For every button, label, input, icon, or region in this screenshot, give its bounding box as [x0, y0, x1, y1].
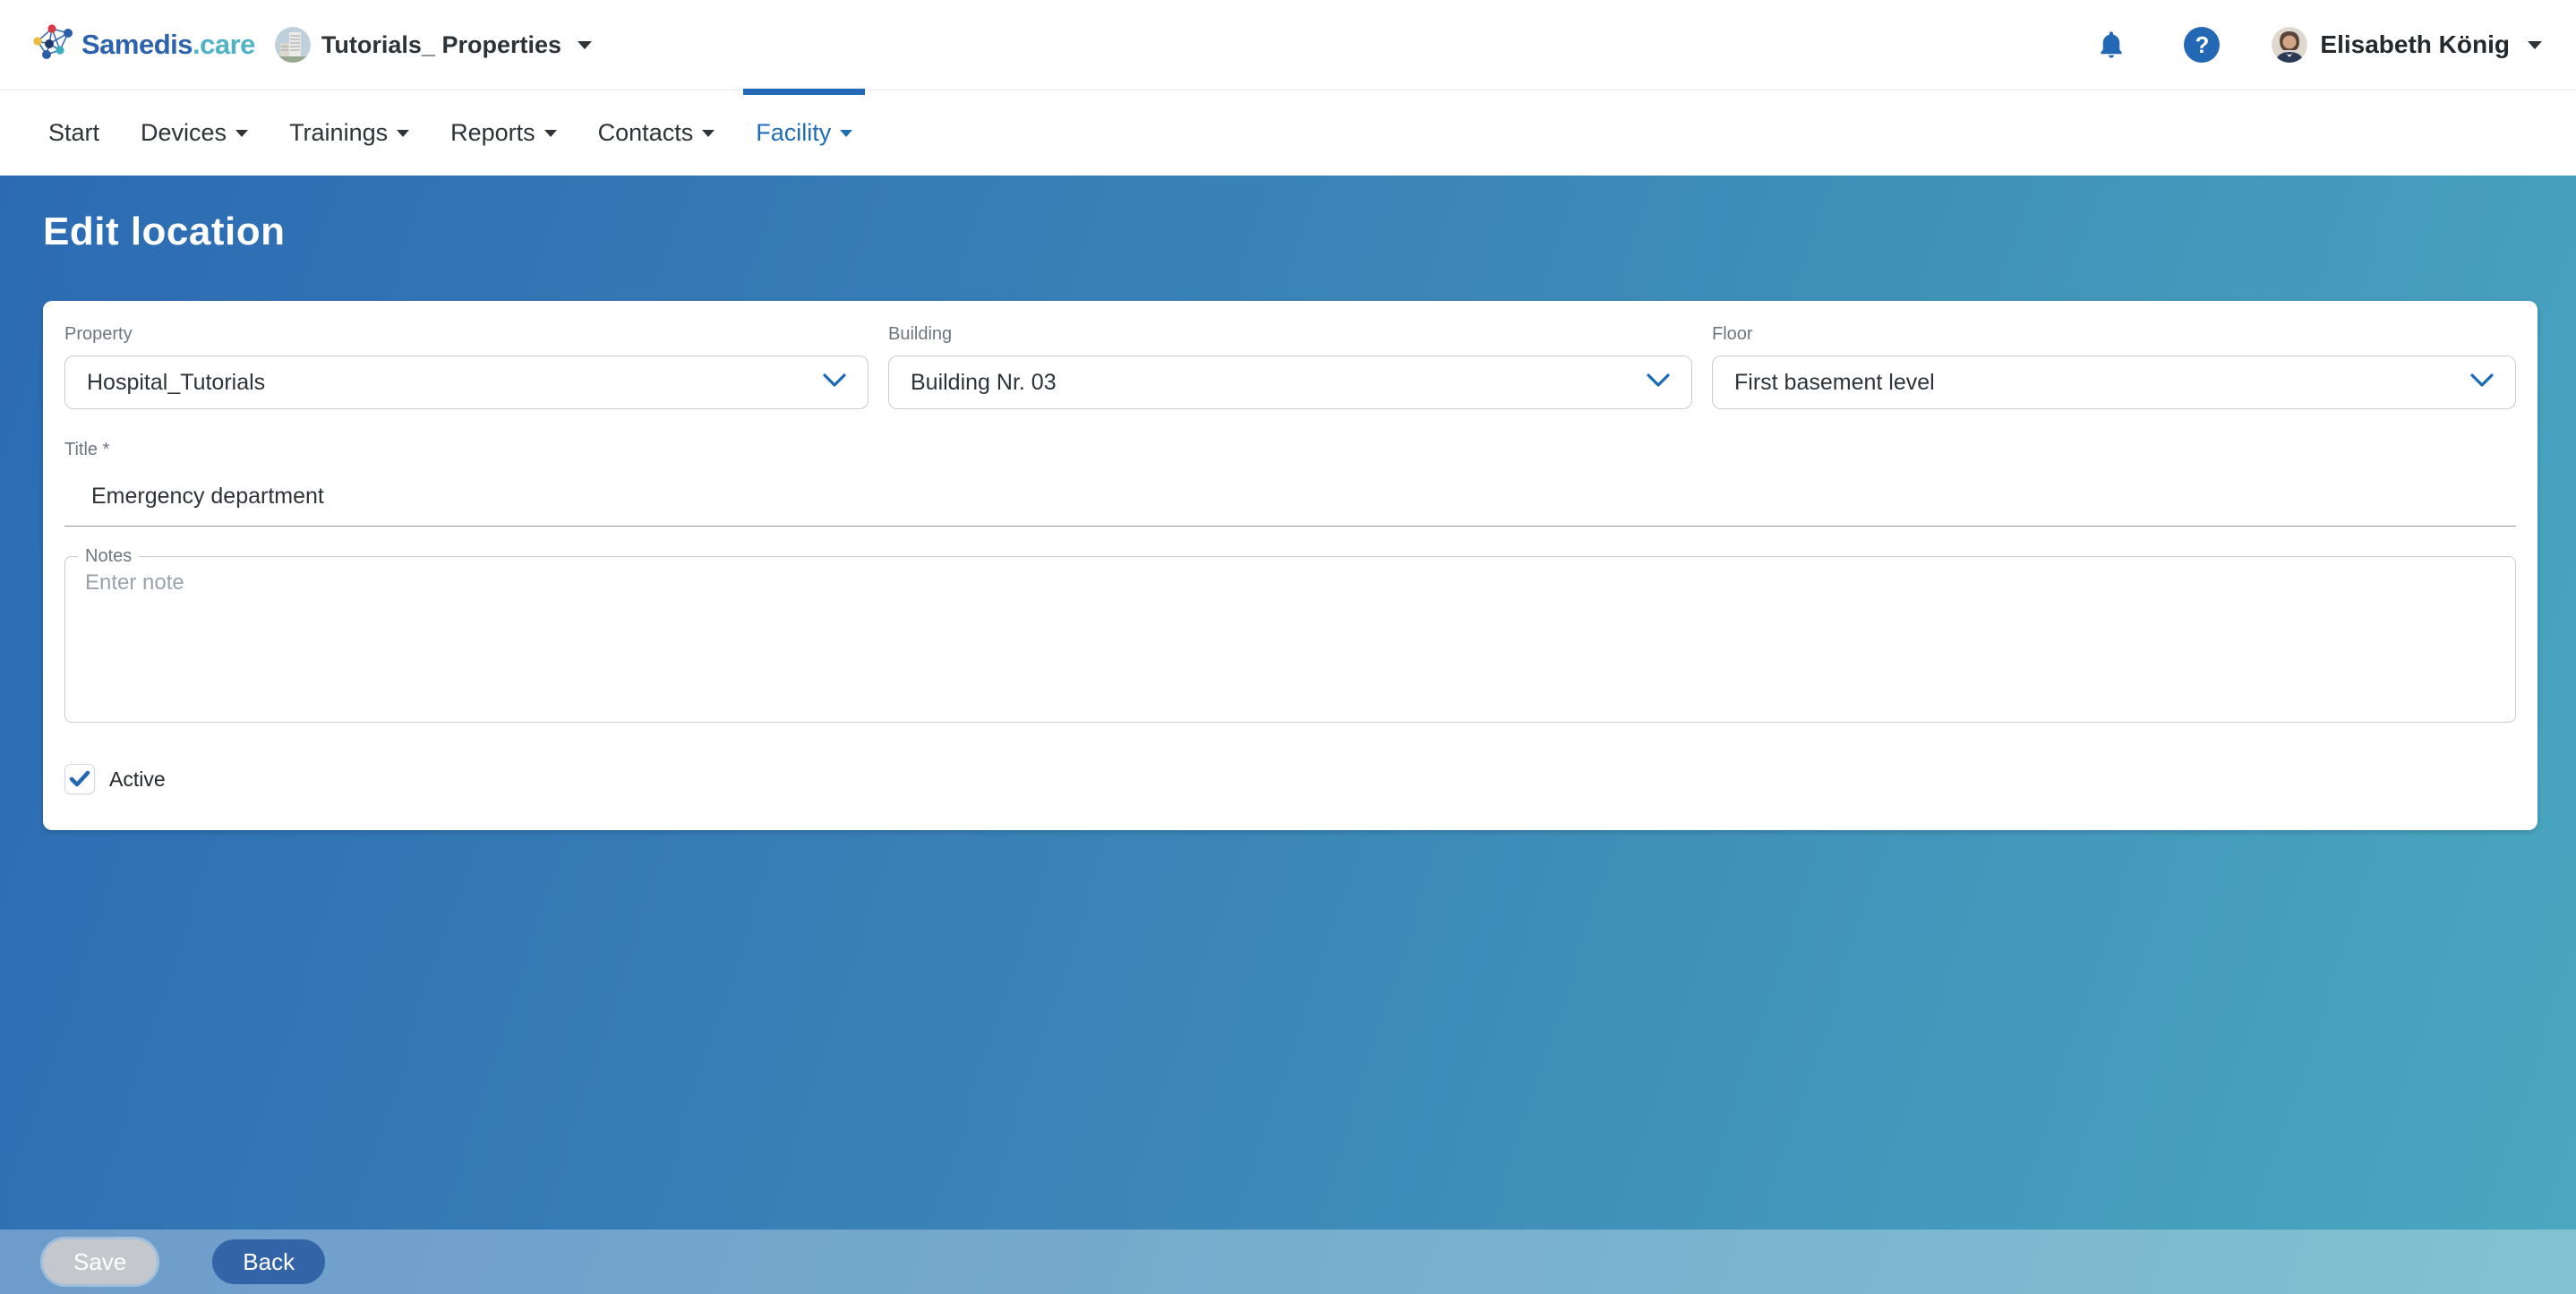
- nav-label: Facility: [756, 119, 831, 147]
- nav-label: Reports: [450, 119, 535, 147]
- property-field: Property Hospital_Tutorials: [64, 324, 869, 409]
- main-nav: Start Devices Trainings Reports Contacts…: [0, 90, 2576, 176]
- nav-label: Trainings: [289, 119, 388, 147]
- chevron-down-icon: [235, 130, 248, 137]
- active-checkbox[interactable]: [64, 764, 95, 794]
- top-bar: Samedis.care Tutorials_ Propertie: [0, 0, 2576, 90]
- title-label: Title *: [64, 440, 2516, 460]
- floor-field: Floor First basement level: [1712, 324, 2516, 409]
- nav-item-start[interactable]: Start: [48, 119, 99, 147]
- property-value: Hospital_Tutorials: [87, 370, 823, 396]
- brand-name: Samedis.care: [81, 29, 255, 61]
- nav-item-contacts[interactable]: Contacts: [598, 119, 715, 147]
- chevron-down-icon: [823, 373, 846, 392]
- save-button[interactable]: Save: [43, 1239, 157, 1284]
- chevron-down-icon: [397, 130, 409, 137]
- brand-logo[interactable]: Samedis.care: [33, 22, 255, 68]
- user-name: Elisabeth König: [2320, 30, 2510, 59]
- chevron-down-icon: [2528, 41, 2542, 49]
- chevron-down-icon: [544, 130, 557, 137]
- building-select[interactable]: Building Nr. 03: [888, 356, 1692, 409]
- title-input[interactable]: [64, 471, 2516, 527]
- help-button[interactable]: ?: [2184, 27, 2220, 63]
- property-select[interactable]: Hospital_Tutorials: [64, 356, 869, 409]
- nav-item-trainings[interactable]: Trainings: [289, 119, 409, 147]
- app-root: Samedis.care Tutorials_ Propertie: [0, 0, 2576, 1294]
- main-content: Edit location Property Hospital_Tutorial…: [0, 176, 2576, 1294]
- building-label: Building: [888, 324, 1692, 345]
- nav-label: Start: [48, 119, 99, 147]
- notes-label: Notes: [78, 546, 139, 567]
- chevron-down-icon: [840, 130, 852, 137]
- select-field-row: Property Hospital_Tutorials Building Bui…: [64, 324, 2516, 409]
- chevron-down-icon: [2470, 373, 2494, 392]
- back-button[interactable]: Back: [212, 1239, 325, 1284]
- floor-select[interactable]: First basement level: [1712, 356, 2516, 409]
- active-checkbox-row: Active: [64, 764, 2516, 794]
- building-value: Building Nr. 03: [911, 370, 1647, 396]
- workspace-selector[interactable]: Tutorials_ Properties: [275, 27, 592, 63]
- notifications-bell-button[interactable]: [2098, 30, 2125, 60]
- floor-value: First basement level: [1734, 370, 2470, 396]
- user-avatar: [2272, 27, 2307, 63]
- workspace-building-avatar: [275, 27, 311, 63]
- nav-item-reports[interactable]: Reports: [450, 119, 557, 147]
- notes-textarea[interactable]: [85, 567, 2467, 687]
- brand-network-icon: [33, 22, 74, 68]
- edit-location-form-card: Property Hospital_Tutorials Building Bui…: [43, 301, 2537, 830]
- floor-label: Floor: [1712, 324, 2516, 345]
- active-label: Active: [109, 767, 166, 792]
- chevron-down-icon: [1647, 373, 1670, 392]
- nav-label: Devices: [141, 119, 227, 147]
- title-field: Title *: [64, 440, 2516, 527]
- action-footer: Save Back: [0, 1230, 2576, 1294]
- help-glyph: ?: [2195, 31, 2209, 59]
- page-title: Edit location: [43, 210, 2576, 254]
- chevron-down-icon: [702, 130, 715, 137]
- building-field: Building Building Nr. 03: [888, 324, 1692, 409]
- nav-label: Contacts: [598, 119, 694, 147]
- property-label: Property: [64, 324, 869, 345]
- chevron-down-icon: [578, 41, 592, 49]
- notes-field: Notes: [64, 546, 2516, 723]
- user-menu[interactable]: Elisabeth König: [2272, 27, 2542, 63]
- nav-item-devices[interactable]: Devices: [141, 119, 248, 147]
- nav-item-facility[interactable]: Facility: [756, 119, 852, 147]
- workspace-label: Tutorials_ Properties: [321, 31, 561, 59]
